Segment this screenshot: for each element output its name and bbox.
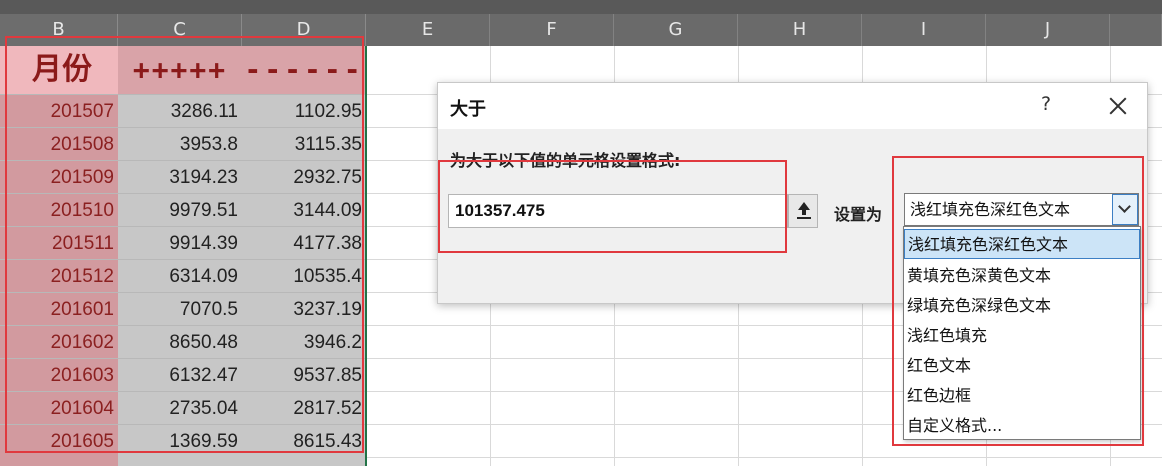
upload-arrow-icon xyxy=(802,209,806,215)
collapse-dialog-button[interactable] xyxy=(788,194,818,228)
help-button[interactable]: ? xyxy=(1034,93,1058,119)
selection-border xyxy=(365,46,367,466)
ribbon-strip xyxy=(0,0,1162,14)
annotation-box-format xyxy=(892,156,1144,446)
column-header-k[interactable] xyxy=(1110,14,1162,46)
grid-line xyxy=(366,457,1162,458)
column-header-i[interactable]: I xyxy=(862,14,986,46)
annotation-box-value xyxy=(438,160,787,253)
dialog-title: 大于 xyxy=(450,99,486,120)
column-header-f[interactable]: F xyxy=(490,14,614,46)
close-icon[interactable] xyxy=(1103,91,1133,121)
column-header-e[interactable]: E xyxy=(366,14,490,46)
column-header-g[interactable]: G xyxy=(614,14,738,46)
upload-arrow-icon xyxy=(797,217,811,219)
annotation-box-columns xyxy=(5,36,364,453)
column-header-j[interactable]: J xyxy=(986,14,1110,46)
set-as-label: 设置为 xyxy=(834,205,883,224)
column-header-h[interactable]: H xyxy=(738,14,862,46)
dialog-titlebar[interactable]: 大于 ? xyxy=(438,83,1147,129)
